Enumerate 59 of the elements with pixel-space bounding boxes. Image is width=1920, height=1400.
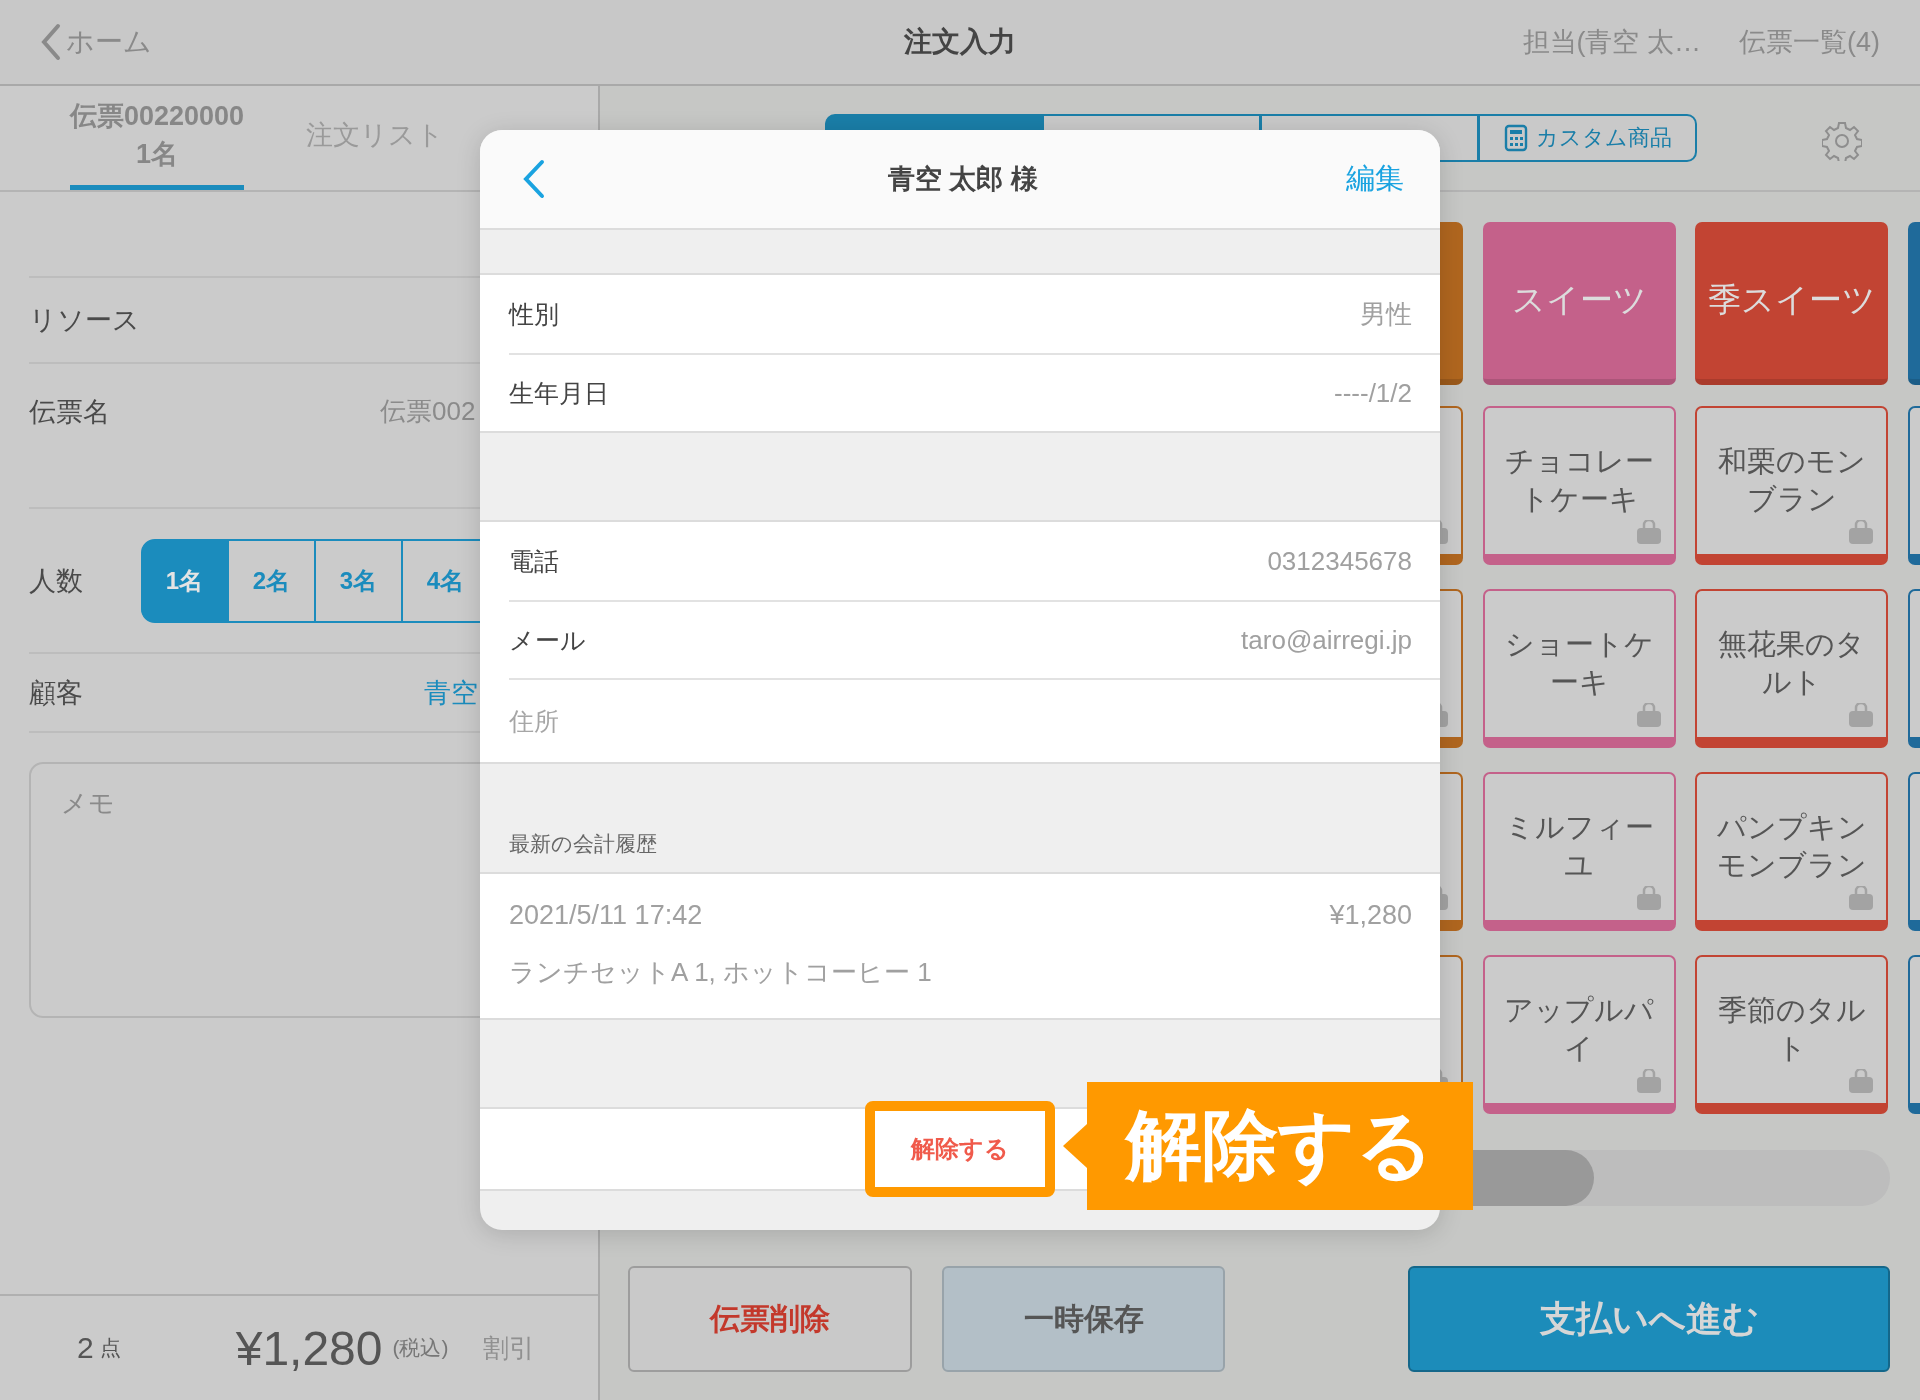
screen-title: 注文入力: [904, 25, 1016, 59]
product-button[interactable]: 和栗のモンブラン: [1695, 406, 1888, 565]
bag-icon: [1848, 1069, 1874, 1093]
field-label: 伝票名: [29, 396, 111, 429]
product-button[interactable]: パンプキンモンブラン: [1695, 772, 1888, 931]
back-button[interactable]: ホーム: [40, 22, 152, 62]
history-amount: ¥1,280: [1329, 900, 1412, 931]
bag-icon: [1635, 1069, 1662, 1093]
bag-icon: [1635, 703, 1662, 727]
total-amount: ¥1,280: [235, 1320, 383, 1376]
action-button[interactable]: 一時保存: [942, 1266, 1225, 1372]
field-label: 人数: [29, 564, 83, 598]
calculator-icon: [1503, 124, 1528, 152]
customer-link[interactable]: 青空: [424, 674, 478, 711]
settings-icon[interactable]: [1822, 121, 1862, 161]
field-label: メール: [509, 624, 586, 656]
field-value: 男性: [1360, 297, 1412, 331]
category-button[interactable]: スイーツ: [1482, 222, 1676, 385]
action-button[interactable]: 支払いへ進む: [1408, 1266, 1890, 1372]
guest-count-option[interactable]: 3名: [315, 538, 402, 623]
guest-count-option[interactable]: 1名: [141, 538, 228, 623]
customer-name: 青空 太郎 様: [888, 163, 1038, 196]
product-button[interactable]: 無花果のタルト: [1695, 589, 1888, 748]
action-button[interactable]: 伝票削除: [628, 1266, 912, 1372]
slip-list-link[interactable]: 伝票一覧(4): [1739, 24, 1880, 60]
product-button[interactable]: チョコレートケーキ: [1482, 406, 1676, 565]
field-value: 0312345678: [1267, 545, 1412, 577]
bag-icon: [1635, 520, 1662, 544]
field-label: 生年月日: [509, 377, 609, 409]
bag-icon: [1848, 520, 1874, 544]
product-button[interactable]: ミルフィーユ: [1482, 772, 1676, 931]
field-value: 伝票002: [380, 395, 476, 428]
product-button[interactable]: アップルパイ: [1482, 955, 1676, 1114]
field-label: 顧客: [29, 676, 84, 710]
product-button[interactable]: 季節のタルト: [1695, 955, 1888, 1114]
bag-icon: [1635, 886, 1662, 910]
edit-button[interactable]: 編集: [1346, 159, 1404, 199]
field-label: 電話: [509, 545, 559, 577]
bag-icon: [1848, 886, 1874, 910]
field-label: 住所: [509, 705, 559, 737]
product-button[interactable]: ショートケーキ: [1482, 589, 1676, 748]
category-tab[interactable]: カスタム商品: [1479, 114, 1697, 162]
field-value: ----/1/2: [1334, 377, 1412, 409]
release-button[interactable]: 解除する: [865, 1101, 1055, 1197]
back-chevron-icon: [40, 22, 62, 62]
category-button[interactable]: 季スイーツ: [1695, 222, 1888, 385]
field-value: taro@airregi.jp: [1241, 624, 1412, 656]
field-label: 性別: [509, 298, 559, 330]
staff-link[interactable]: 担当(青空 太…: [1522, 24, 1701, 60]
field-label: リソース: [29, 304, 140, 337]
guest-count-option[interactable]: 2名: [228, 538, 315, 623]
callout-label: 解除する: [1063, 1082, 1473, 1210]
tax-note: (税込): [392, 1335, 449, 1361]
back-button[interactable]: [522, 159, 546, 199]
item-count: 2: [77, 1331, 94, 1365]
discount-link[interactable]: 割引: [482, 1330, 535, 1366]
slip-tab[interactable]: 伝票00220000 1名: [70, 86, 245, 190]
count-unit: 点: [99, 1335, 121, 1361]
bag-icon: [1848, 703, 1874, 727]
